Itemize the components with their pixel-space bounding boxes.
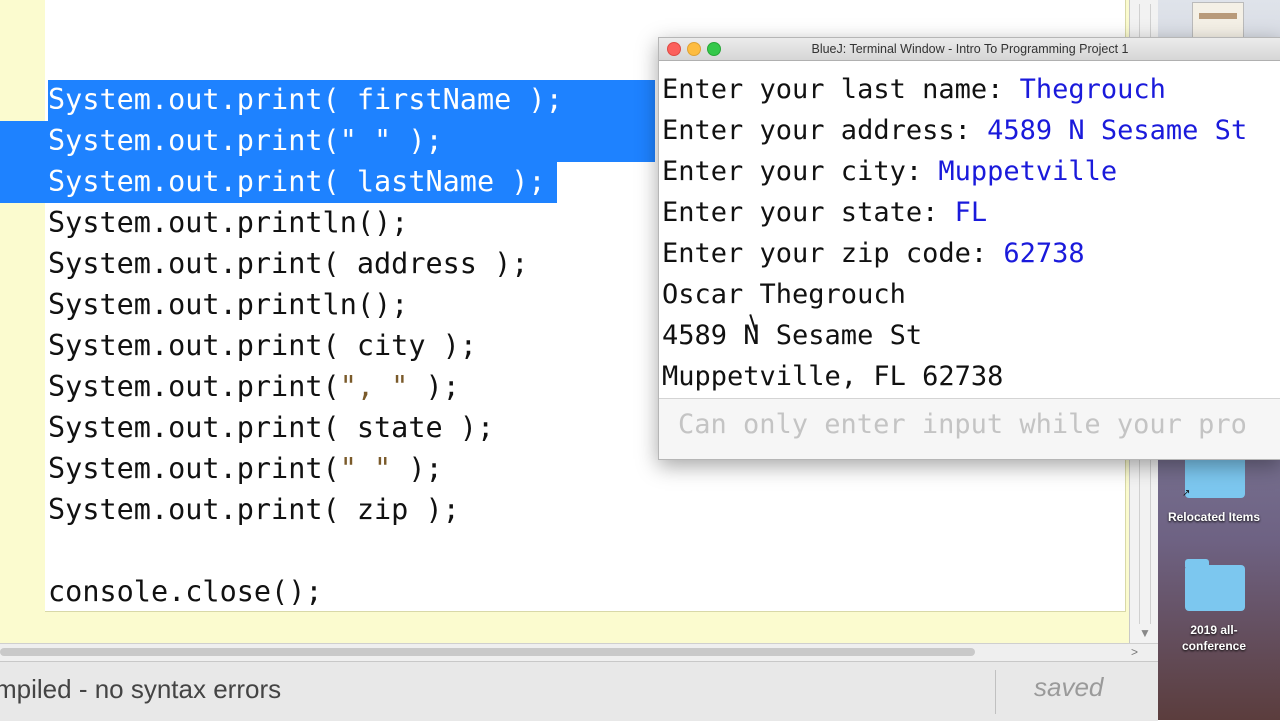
code-token: System.out.print( [48,370,340,403]
code-line[interactable]: System.out.print(" " ); [48,449,443,489]
status-bar: mpiled - no syntax errors saved [0,661,1158,721]
code-token: System.out.print( [48,452,340,485]
terminal-prompt: Enter your state: [662,197,955,228]
terminal-line: Enter your last name: Thegrouch [662,69,1166,110]
folder-icon[interactable] [1185,559,1245,611]
terminal-line: Enter your address: 4589 N Sesame St [662,110,1247,151]
terminal-line: Oscar Thegrouch [662,274,906,315]
string-literal: ", " [339,370,409,403]
code-token: System.out.println(); [48,206,409,239]
code-token: System.out.print( zip ); [48,493,460,526]
code-token: System.out.print( state ); [48,411,495,444]
code-line[interactable]: System.out.println(); [48,203,408,243]
code-token: System.out.println(); [48,288,409,321]
string-literal: " " [339,124,392,157]
user-input-text: Thegrouch [1019,74,1166,105]
terminal-line: Enter your zip code: 62738 [662,233,1085,274]
terminal-prompt: Enter your address: [662,115,988,146]
code-token: System.out.print( [48,124,340,157]
status-message: mpiled - no syntax errors [0,674,282,704]
scroll-down-arrow-icon[interactable]: ▼ [1139,626,1151,640]
code-line[interactable]: System.out.print( zip ); [48,490,460,530]
code-line[interactable]: System.out.print( state ); [48,408,494,448]
terminal-prompt: Oscar Thegrouch [662,279,906,310]
code-line[interactable]: System.out.print( firstName ); [48,80,563,120]
terminal-output: Enter your last name: Thegrouch Enter you… [659,61,1280,397]
code-token: console.close(); [48,575,323,608]
string-literal: " " [339,452,392,485]
saved-indicator: saved [1034,672,1104,702]
code-token: System.out.print( lastName ); [48,165,546,198]
alias-arrow-icon: ↗ [1182,488,1191,499]
code-line[interactable]: console.close(); [48,572,323,612]
user-input-text: 4589 N Sesame St [987,115,1248,146]
window-title: BlueJ: Terminal Window - Intro To Progra… [811,42,1129,56]
code-token: ); [391,452,443,485]
code-line[interactable]: System.out.print(", " ); [48,367,460,407]
terminal-window: BlueJ: Terminal Window - Intro To Progra… [658,37,1280,460]
terminal-line: Muppetville, FL 62738 [662,356,1003,397]
scroll-right-arrow-icon[interactable]: > [1131,644,1138,661]
code-line[interactable]: System.out.print(" " ); [48,121,443,161]
terminal-prompt: Muppetville, FL 62738 [662,361,1004,392]
code-line[interactable]: System.out.print( lastName ); [48,162,546,202]
terminal-prompt: 4589 N Sesame St [662,320,923,351]
code-token: System.out.print( city ); [48,329,477,362]
code-token: ); [391,124,443,157]
terminal-prompt: Enter your zip code: [662,238,1004,269]
code-token: System.out.print( firstName ); [48,83,563,116]
code-line[interactable]: System.out.print( city ); [48,326,477,366]
user-input-text: FL [954,197,988,228]
terminal-prompt: Enter your city: [662,156,939,187]
terminal-prompt: Enter your last name: [662,74,1020,105]
horizontal-scroll-thumb[interactable] [0,648,975,656]
code-line[interactable]: System.out.println(); [48,285,408,325]
terminal-line: Enter your state: FL [662,192,987,233]
horizontal-scrollbar[interactable]: > [0,643,1158,661]
code-token: System.out.print( address ); [48,247,529,280]
code-token: ); [408,370,460,403]
terminal-line: 4589 N Sesame St [662,315,922,356]
status-separator [995,670,996,714]
terminal-line: Enter your city: Muppetville [662,151,1117,192]
desktop-item-label[interactable]: 2019 all- conference [1158,622,1270,654]
code-line[interactable]: System.out.print( address ); [48,244,528,284]
title-bar[interactable]: BlueJ: Terminal Window - Intro To Progra… [659,38,1280,61]
desktop-thumbnail-icon[interactable] [1192,2,1244,38]
user-input-text: 62738 [1003,238,1085,269]
terminal-input-field[interactable]: Can only enter input while your pro [659,398,1280,459]
user-input-text: Muppetville [938,156,1118,187]
desktop-item-label[interactable]: Relocated Items [1158,509,1270,525]
input-placeholder: Can only enter input while your pro [678,409,1247,440]
